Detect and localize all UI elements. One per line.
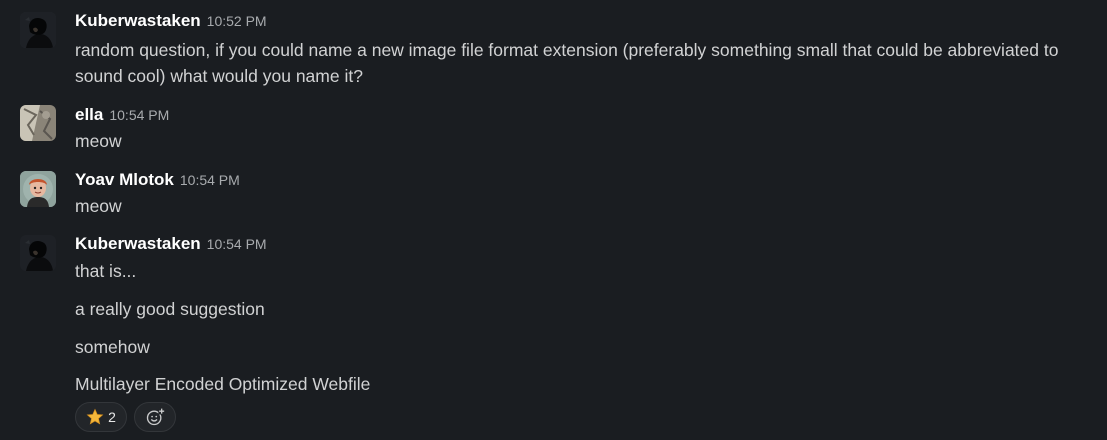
message-text: somehow <box>75 337 150 357</box>
message-text: random question, if you could name a new… <box>75 40 1059 86</box>
message-text: meow <box>75 196 122 216</box>
message-text: a really good suggestion <box>75 299 265 319</box>
star-icon <box>86 408 104 426</box>
message: Yoav Mlotok 10:54 PM meow <box>0 165 1107 225</box>
author-name[interactable]: Kuberwastaken <box>75 11 201 30</box>
avatar[interactable] <box>20 235 56 271</box>
reaction-star-button[interactable]: 2 <box>75 402 127 432</box>
message-text: Multilayer Encoded Optimized Webfile <box>75 374 371 394</box>
add-emoji-icon <box>145 407 165 427</box>
avatar[interactable] <box>20 171 56 207</box>
avatar[interactable] <box>20 12 56 48</box>
add-reaction-button[interactable] <box>134 402 176 432</box>
avatar[interactable] <box>20 105 56 141</box>
message: Kuberwastaken 10:52 PM random question, i… <box>0 0 1107 100</box>
timestamp[interactable]: 10:54 PM <box>207 236 267 252</box>
message-text: meow <box>75 131 122 151</box>
reaction-count: 2 <box>108 409 116 425</box>
author-name[interactable]: Yoav Mlotok <box>75 170 174 189</box>
author-name[interactable]: ella <box>75 105 103 124</box>
message: ella 10:54 PM meow <box>0 100 1107 160</box>
timestamp[interactable]: 10:54 PM <box>109 107 169 123</box>
timestamp[interactable]: 10:54 PM <box>180 172 240 188</box>
timestamp[interactable]: 10:52 PM <box>207 13 267 29</box>
message-list: Kuberwastaken 10:52 PM random question, i… <box>0 0 1107 440</box>
author-name[interactable]: Kuberwastaken <box>75 234 201 253</box>
message-text: that is... <box>75 261 137 281</box>
